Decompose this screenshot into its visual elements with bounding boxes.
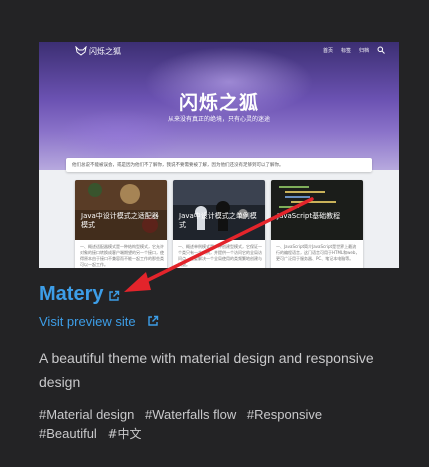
preview-notice: 他们总说不能被误会，或是因为他们不了解你，我说不要需要被了解，因为他们还没有足够… bbox=[66, 158, 372, 172]
theme-title-link[interactable]: Matery bbox=[39, 283, 103, 306]
preview-nav-items: 首页 标签 归档 bbox=[323, 47, 369, 54]
tag-link[interactable]: #Responsive bbox=[247, 405, 322, 424]
post-excerpt: 一、概述单例模式是一种创建型模式，它保证一个类只有一个实例，并提供一个访问它的全… bbox=[178, 244, 262, 267]
theme-tags: #Material design #Waterfalls flow #Respo… bbox=[39, 405, 369, 444]
theme-preview-image[interactable]: 闪烁之狐 首页 标签 归档 闪烁之狐 从来没有真正的绝境，只有心灵的迷途 他们总… bbox=[39, 42, 399, 268]
preview-nav-home: 首页 bbox=[322, 48, 333, 54]
external-link-icon[interactable] bbox=[108, 290, 120, 302]
external-link-icon[interactable] bbox=[147, 315, 159, 327]
tag-link[interactable]: #Beautiful bbox=[39, 424, 97, 443]
post-excerpt: 一、概述适配器模式是一种结构型模式，它允许对象的接口转换成客户端期望的另一个接口… bbox=[80, 244, 164, 267]
post-title: JavaScript基础教程 bbox=[277, 212, 341, 220]
post-title: Java中设计模式之适配器模式 bbox=[81, 212, 159, 229]
tag-link[interactable]: #Waterfalls flow bbox=[145, 405, 236, 424]
tag-link[interactable]: #Material design bbox=[39, 405, 134, 424]
post-thumbnail bbox=[271, 180, 363, 240]
preview-post-card: JavaScript基础教程 一、JavaScript简介JavaScript是… bbox=[271, 180, 363, 268]
preview-site-name: 闪烁之狐 bbox=[89, 47, 121, 56]
post-thumbnail bbox=[75, 180, 167, 240]
preview-hero: 闪烁之狐 首页 标签 归档 闪烁之狐 从来没有真正的绝境，只有心灵的迷途 bbox=[39, 42, 399, 170]
fox-logo-icon bbox=[75, 46, 87, 56]
search-icon bbox=[377, 46, 385, 54]
post-title: Java中设计模式之单例模式 bbox=[179, 212, 257, 229]
preview-post-card: Java中设计模式之适配器模式 一、概述适配器模式是一种结构型模式，它允许对象的… bbox=[75, 180, 167, 268]
theme-description: A beautiful theme with material design a… bbox=[39, 350, 374, 390]
visit-preview-link[interactable]: Visit preview site bbox=[39, 314, 136, 329]
post-excerpt: 一、JavaScript简介JavaScript是世界上最流行的编程语言，这门语… bbox=[276, 244, 360, 261]
preview-post-card: Java中设计模式之单例模式 一、概述单例模式是一种创建型模式，它保证一个类只有… bbox=[173, 180, 265, 268]
preview-nav-tags: 标签 bbox=[340, 48, 351, 54]
preview-hero-subtitle: 从来没有真正的绝境，只有心灵的迷途 bbox=[167, 116, 270, 123]
tag-link[interactable]: #中文 bbox=[107, 425, 141, 444]
preview-hero-title: 闪烁之狐 bbox=[178, 92, 259, 114]
post-thumbnail bbox=[173, 180, 265, 240]
preview-nav: 闪烁之狐 首页 标签 归档 bbox=[39, 42, 399, 60]
preview-nav-archive: 归档 bbox=[358, 48, 369, 54]
theme-card: 闪烁之狐 首页 标签 归档 闪烁之狐 从来没有真正的绝境，只有心灵的迷途 他们总… bbox=[0, 0, 429, 467]
